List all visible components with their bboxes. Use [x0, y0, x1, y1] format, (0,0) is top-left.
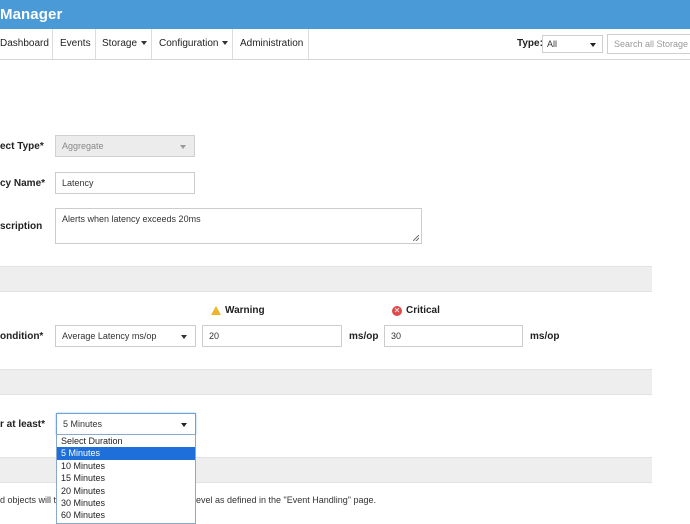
type-filter-select[interactable]: All — [542, 35, 603, 53]
description-label: scription — [0, 221, 43, 232]
nav-divider — [95, 29, 96, 59]
description-textarea[interactable]: Alerts when latency exceeds 20ms — [55, 208, 422, 244]
dropdown-option[interactable]: 20 Minutes — [57, 485, 195, 497]
critical-header: ✕ Critical — [392, 305, 440, 316]
condition-value: Average Latency ms/op — [62, 331, 157, 341]
resize-grip-icon[interactable] — [413, 235, 419, 241]
section-header — [0, 369, 652, 395]
critical-threshold-input[interactable]: 30 — [384, 325, 523, 347]
nav-configuration-label: Configuration — [159, 38, 219, 49]
warning-header: Warning — [211, 305, 265, 316]
nav-administration[interactable]: Administration — [240, 29, 303, 59]
type-filter-label: Type: — [517, 38, 543, 49]
dropdown-option[interactable]: 30 Minutes — [57, 497, 195, 509]
warning-triangle-icon — [211, 306, 221, 315]
chevron-down-icon — [181, 423, 187, 427]
name-label: cy Name* — [0, 178, 46, 189]
type-filter-value: All — [547, 39, 558, 49]
duration-dropdown-list: Select Duration 5 Minutes 10 Minutes 15 … — [56, 434, 196, 524]
warning-threshold-input[interactable]: 20 — [202, 325, 342, 347]
dropdown-option[interactable]: 10 Minutes — [57, 460, 195, 472]
object-type-value: Aggregate — [62, 141, 104, 151]
section-header — [0, 266, 652, 292]
dropdown-option[interactable]: Select Duration — [57, 435, 195, 447]
nav-divider — [232, 29, 233, 59]
dropdown-option[interactable]: 15 Minutes — [57, 472, 195, 484]
warning-unit: ms/op — [349, 331, 379, 342]
nav-divider — [52, 29, 53, 59]
app-header: Manager — [0, 0, 690, 29]
search-input[interactable]: Search all Storage — [607, 34, 690, 54]
duration-value: 5 Minutes — [63, 419, 103, 429]
duration-label: r at least* — [0, 419, 46, 430]
warning-label: Warning — [225, 305, 265, 316]
dropdown-option-selected[interactable]: 5 Minutes — [57, 447, 195, 460]
condition-label: ondition* — [0, 331, 44, 342]
nav-divider — [151, 29, 152, 59]
chevron-down-icon — [222, 41, 229, 46]
chevron-down-icon — [180, 145, 186, 149]
nav-configuration[interactable]: Configuration — [159, 29, 229, 59]
chevron-down-icon — [141, 41, 148, 46]
condition-select[interactable]: Average Latency ms/op — [55, 325, 196, 347]
critical-label: Critical — [406, 305, 440, 316]
critical-unit: ms/op — [530, 331, 560, 342]
dropdown-option[interactable]: 60 Minutes — [57, 509, 195, 521]
name-input[interactable]: Latency — [55, 172, 195, 194]
app-title: Manager — [0, 6, 63, 23]
chevron-down-icon — [590, 43, 596, 47]
nav-dashboard[interactable]: Dashboard — [0, 29, 49, 59]
object-type-label: ect Type* — [0, 141, 44, 152]
main-nav: Dashboard Events Storage Configuration A… — [0, 29, 690, 60]
nav-storage[interactable]: Storage — [102, 29, 148, 59]
description-value: Alerts when latency exceeds 20ms — [62, 214, 201, 224]
critical-x-circle-icon: ✕ — [392, 305, 402, 316]
nav-storage-label: Storage — [102, 38, 138, 49]
chevron-down-icon — [181, 335, 187, 339]
nav-divider — [308, 29, 309, 59]
footnote-right: evel as defined in the "Event Handling" … — [196, 495, 377, 505]
footnote-left: d objects will t — [0, 495, 57, 505]
object-type-select: Aggregate — [55, 135, 195, 157]
nav-events[interactable]: Events — [60, 29, 91, 59]
duration-select[interactable]: 5 Minutes — [56, 413, 196, 435]
